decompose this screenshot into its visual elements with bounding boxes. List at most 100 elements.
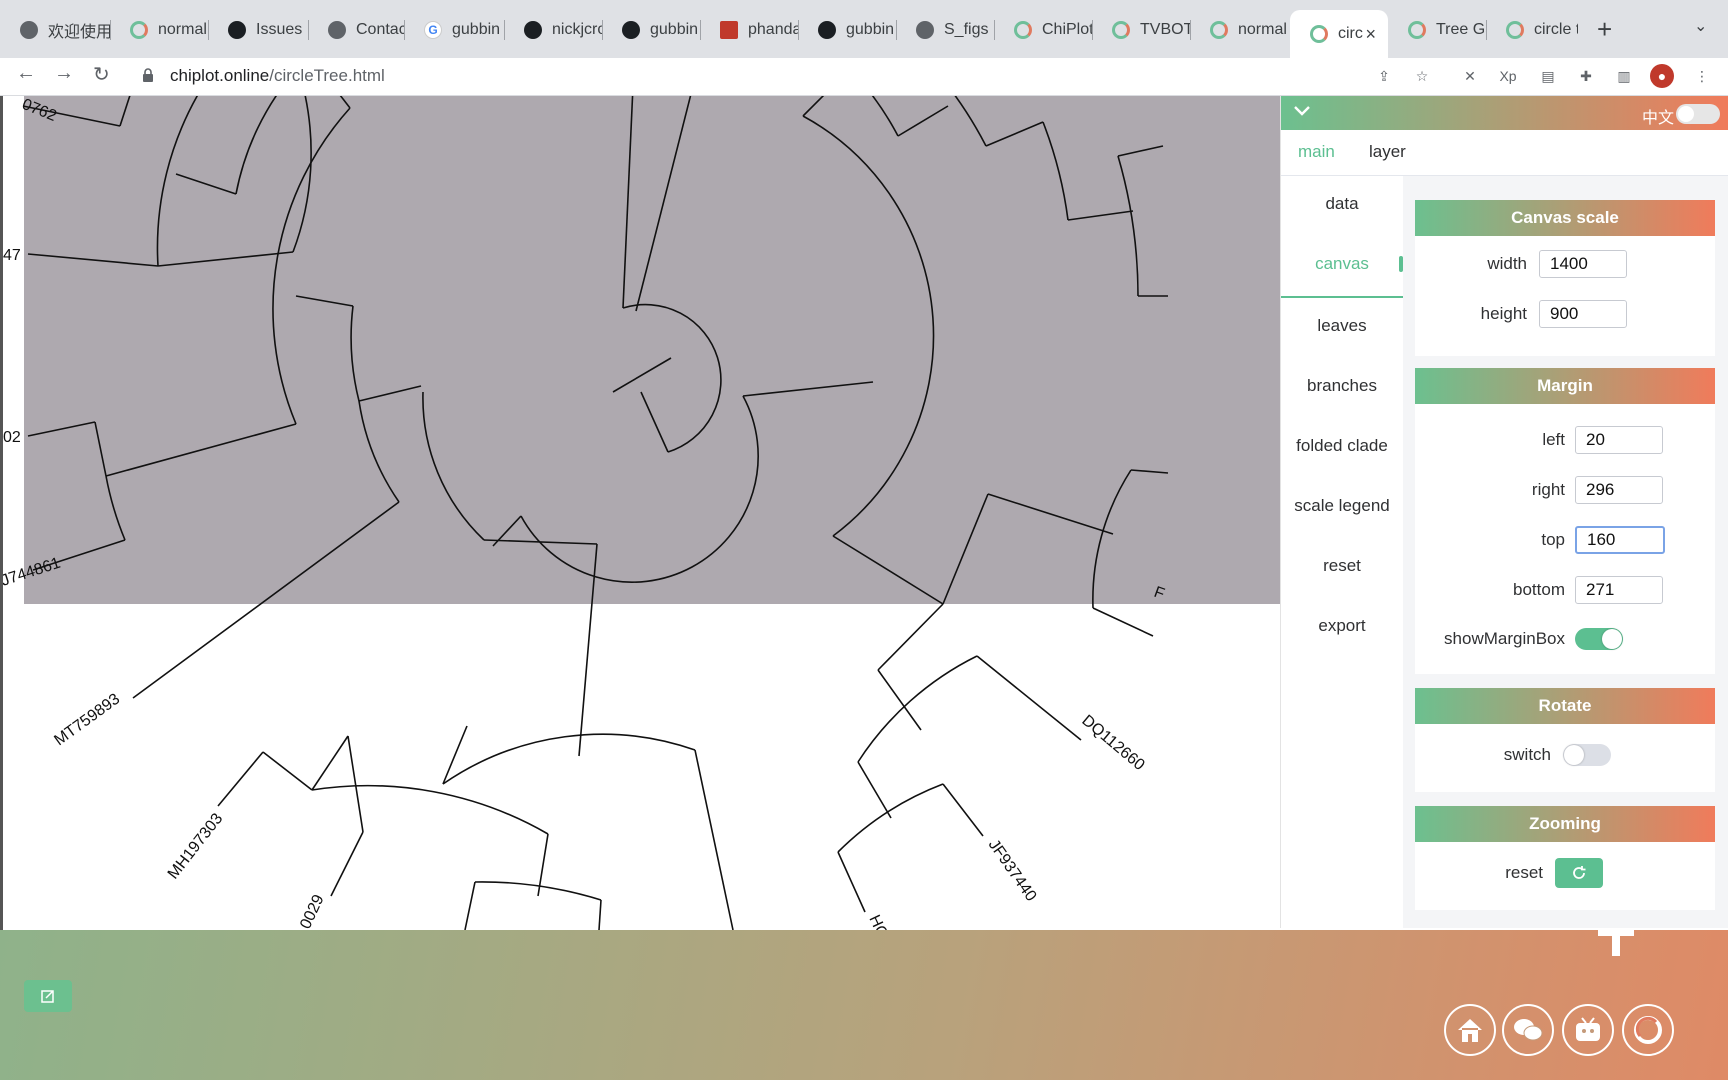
side-panel-icon[interactable]: ▥ <box>1612 64 1636 88</box>
settings-content: Canvas scale width 1400 height 900 Margi… <box>1403 176 1728 928</box>
back-arrow-icon[interactable]: ← <box>16 62 36 85</box>
share-icon[interactable]: ⇪ <box>1372 64 1396 88</box>
language-toggle[interactable] <box>1676 104 1720 124</box>
browser-tab[interactable]: phanda <box>700 10 798 50</box>
tab-title: S_figs <box>944 21 989 38</box>
margin-right-input[interactable]: 296 <box>1575 476 1663 504</box>
tab-main[interactable]: main <box>1298 142 1335 162</box>
tab-title: ChiPlot <box>1042 21 1092 38</box>
profile-avatar[interactable]: ● <box>1650 64 1674 88</box>
url-path: /circleTree.html <box>269 66 385 85</box>
tab-title: circ <box>1338 25 1363 42</box>
chiplot-icon <box>1408 21 1426 39</box>
rotate-switch-label: switch <box>1503 745 1551 764</box>
side-menu: data canvas leaves branches folded clade… <box>1281 176 1403 928</box>
zoom-reset-row: reset <box>1415 858 1603 888</box>
page-footer <box>0 930 1728 1080</box>
browser-tab[interactable]: nickjcro <box>504 10 602 50</box>
tab-title: normal <box>158 21 207 38</box>
menu-item-leaves[interactable]: leaves <box>1281 316 1403 336</box>
tab-title: gubbin <box>452 21 501 38</box>
chiplot-icon <box>130 21 148 39</box>
browser-tab-strip: 欢迎使用 normal Issues Contac Ggubbin nickjcro gub… <box>0 0 1728 58</box>
forward-arrow-icon[interactable]: → <box>54 62 74 85</box>
share-logo-icon[interactable] <box>1622 1004 1674 1056</box>
height-input[interactable]: 900 <box>1539 300 1627 328</box>
lock-icon[interactable] <box>142 68 154 82</box>
browser-tab[interactable]: TVBOT <box>1092 10 1190 50</box>
browser-tab[interactable]: Contac <box>308 10 404 50</box>
leaf-label: DQ112660 <box>1078 712 1147 774</box>
browser-tab[interactable]: gubbin <box>602 10 700 50</box>
show-margin-toggle[interactable] <box>1575 628 1623 650</box>
chiplot-icon <box>1210 21 1228 39</box>
menu-item-branches[interactable]: branches <box>1281 376 1403 396</box>
pin-icon[interactable] <box>1598 930 1634 956</box>
margin-left-label: left <box>1542 430 1565 449</box>
browser-menu-icon[interactable]: ⋮ <box>1690 64 1714 88</box>
browser-tab[interactable]: Issues <box>208 10 308 50</box>
browser-tab[interactable]: circ × <box>1290 10 1388 58</box>
height-label: height <box>1480 304 1527 323</box>
refresh-icon <box>1573 866 1586 879</box>
circle-tree-plot[interactable]: 0762 47 02 J744861 MT759893 MH197303 002… <box>3 96 1280 930</box>
new-tab-button[interactable]: + <box>1597 14 1612 45</box>
rotate-switch-toggle[interactable] <box>1563 744 1611 766</box>
browser-tab[interactable]: normal <box>1190 10 1290 50</box>
browser-tab[interactable]: 欢迎使用 <box>0 10 110 50</box>
width-input[interactable]: 1400 <box>1539 250 1627 278</box>
show-margin-label: showMarginBox <box>1444 629 1565 648</box>
wechat-icon[interactable] <box>1502 1004 1554 1056</box>
extension-stack-icon[interactable]: ▤ <box>1536 64 1560 88</box>
menu-item-data[interactable]: data <box>1281 194 1403 214</box>
tree-canvas[interactable]: 0762 47 02 J744861 MT759893 MH197303 002… <box>0 96 1280 930</box>
feedback-button[interactable] <box>24 980 72 1012</box>
phandango-icon <box>720 21 738 39</box>
menu-item-export[interactable]: export <box>1281 616 1403 636</box>
browser-tab[interactable]: gubbin <box>798 10 896 50</box>
extension-x-icon[interactable]: ✕ <box>1458 64 1482 88</box>
home-icon[interactable] <box>1444 1004 1496 1056</box>
tab-title: nickjcro <box>552 21 602 38</box>
extension-xp-icon[interactable]: Xp <box>1496 64 1520 88</box>
tab-search-chevron-icon[interactable]: ⌄ <box>1694 16 1707 36</box>
browser-tab[interactable]: S_figs <box>896 10 994 50</box>
margin-top-input[interactable]: 160 <box>1575 526 1665 554</box>
leaf-label: MT759893 <box>51 690 123 749</box>
zoom-reset-button[interactable] <box>1555 858 1603 888</box>
panel-header: 中文 <box>1281 96 1728 130</box>
tab-title: normal <box>1238 21 1287 38</box>
address-bar[interactable]: chiplot.online/circleTree.html <box>170 66 385 86</box>
margin-right-label: right <box>1531 480 1565 499</box>
bilibili-icon[interactable] <box>1562 1004 1614 1056</box>
menu-item-scale-legend[interactable]: scale legend <box>1281 496 1403 516</box>
browser-tab[interactable]: circle tr <box>1486 10 1578 50</box>
chevron-down-icon[interactable] <box>1293 104 1311 118</box>
zooming-card: Zooming reset <box>1415 806 1715 910</box>
margin-left-input[interactable]: 20 <box>1575 426 1663 454</box>
browser-tab[interactable]: Ggubbin <box>404 10 504 50</box>
menu-item-folded-clade[interactable]: folded clade <box>1281 436 1403 456</box>
bookmark-star-icon[interactable]: ☆ <box>1410 64 1434 88</box>
browser-tab[interactable]: Tree Ga <box>1388 10 1486 50</box>
menu-item-canvas[interactable]: canvas <box>1281 254 1403 274</box>
margin-bottom-input[interactable]: 271 <box>1575 576 1663 604</box>
chiplot-icon <box>1506 21 1524 39</box>
tab-title: TVBOT <box>1140 21 1190 38</box>
github-icon <box>228 21 246 39</box>
menu-item-reset[interactable]: reset <box>1281 556 1403 576</box>
margin-right-row: right 296 <box>1415 476 1663 504</box>
margin-bottom-label: bottom <box>1513 580 1565 599</box>
margin-title: Margin <box>1415 368 1715 404</box>
reload-icon[interactable]: ↻ <box>93 62 110 87</box>
browser-tab[interactable]: normal <box>110 10 208 50</box>
zooming-title: Zooming <box>1415 806 1715 842</box>
chiplot-icon <box>1310 25 1328 43</box>
close-tab-icon[interactable]: × <box>1365 24 1376 45</box>
tab-layer[interactable]: layer <box>1369 142 1406 162</box>
margin-left-row: left 20 <box>1415 426 1663 454</box>
tab-title: phanda <box>748 21 798 38</box>
browser-tab[interactable]: ChiPlot <box>994 10 1092 50</box>
extensions-puzzle-icon[interactable]: ✚ <box>1574 64 1598 88</box>
width-row: width 1400 <box>1415 250 1627 278</box>
